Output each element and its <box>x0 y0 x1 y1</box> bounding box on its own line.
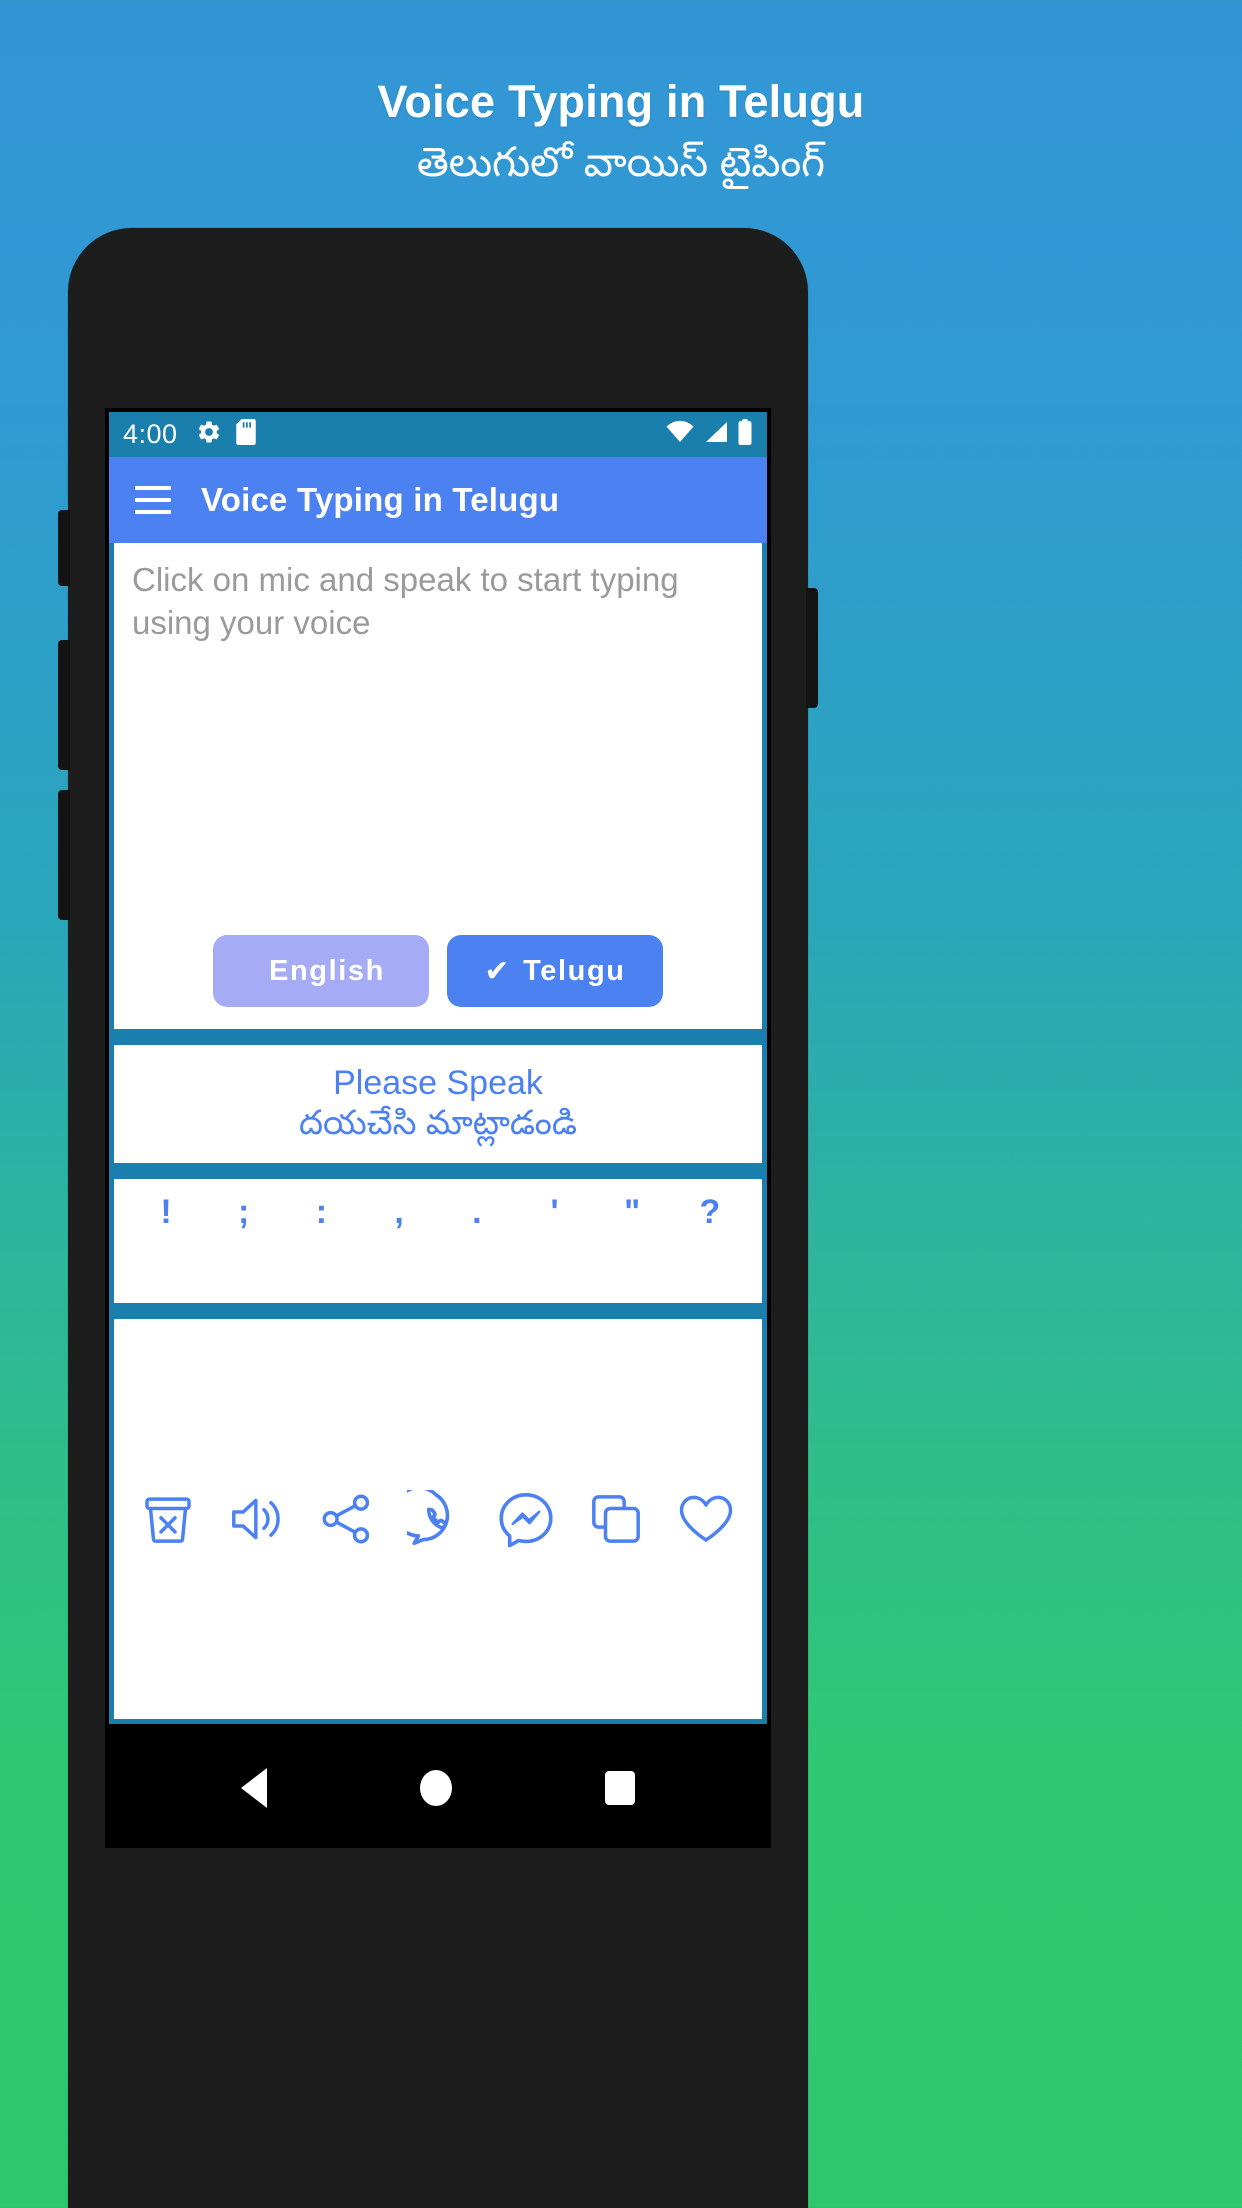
punctuation-quote[interactable]: " <box>604 1193 660 1232</box>
phone-side-button-volume-up <box>58 640 70 770</box>
check-icon: ✔ <box>484 954 512 988</box>
recents-square-icon[interactable] <box>604 1771 635 1805</box>
gear-icon <box>196 419 222 450</box>
copy-icon[interactable] <box>588 1491 644 1547</box>
language-selector: English ✔ Telugu <box>114 935 762 1029</box>
text-editor-card: Click on mic and speak to start typing u… <box>109 543 767 1029</box>
punctuation-exclamation[interactable]: ! <box>138 1193 194 1232</box>
promo-header: Voice Typing in Telugu తెలుగులో వాయిస్ ట… <box>0 0 1242 186</box>
app-bar: Voice Typing in Telugu <box>109 457 767 543</box>
phone-screen: 4:00 Voice Typing in Telugu Click on mic… <box>109 412 767 1724</box>
sd-card-icon <box>235 419 256 450</box>
phone-side-button-volume-down <box>58 790 70 920</box>
app-bar-title: Voice Typing in Telugu <box>201 481 560 518</box>
punctuation-apostrophe[interactable]: ' <box>527 1193 583 1232</box>
speak-prompt-english: Please Speak <box>333 1064 543 1103</box>
phone-screen-bezel: 4:00 Voice Typing in Telugu Click on mic… <box>105 408 771 1728</box>
delete-icon[interactable] <box>140 1491 196 1547</box>
hamburger-menu-icon[interactable] <box>135 486 171 514</box>
punctuation-comma[interactable]: , <box>371 1193 427 1232</box>
promo-title: Voice Typing in Telugu <box>377 76 865 127</box>
battery-icon <box>737 419 753 450</box>
status-right-icons <box>665 419 753 450</box>
status-left-icons <box>196 419 256 450</box>
share-icon[interactable] <box>319 1491 375 1547</box>
language-label-telugu: Telugu <box>523 954 626 987</box>
section-divider <box>109 1303 767 1319</box>
phone-side-button-mute <box>58 510 70 586</box>
status-bar: 4:00 <box>109 412 767 457</box>
section-divider <box>109 1029 767 1045</box>
home-circle-icon[interactable] <box>419 1770 452 1806</box>
punctuation-colon[interactable]: : <box>293 1193 349 1232</box>
wifi-icon <box>665 420 695 449</box>
signal-icon <box>703 420 729 449</box>
android-nav-bar <box>105 1728 771 1848</box>
punctuation-question[interactable]: ? <box>682 1193 738 1232</box>
speaker-icon[interactable] <box>228 1491 286 1547</box>
promo-subtitle: తెలుగులో వాయిస్ టైపింగ్ <box>416 139 826 186</box>
back-triangle-icon[interactable] <box>241 1768 268 1808</box>
text-input-placeholder[interactable]: Click on mic and speak to start typing u… <box>114 543 762 935</box>
phone-side-button-power <box>806 588 818 708</box>
punctuation-period[interactable]: . <box>449 1193 505 1232</box>
hamburger-line <box>135 486 171 490</box>
status-time: 4:00 <box>123 419 178 449</box>
language-button-english[interactable]: English <box>213 935 429 1007</box>
hamburger-line <box>135 498 171 502</box>
messenger-icon[interactable] <box>497 1490 555 1548</box>
speak-prompt-card: Please Speak దయచేసి మాట్లాడండి <box>109 1045 767 1163</box>
phone-mockup: 4:00 Voice Typing in Telugu Click on mic… <box>58 228 818 2208</box>
punctuation-semicolon[interactable]: ; <box>216 1193 272 1232</box>
action-toolbar <box>109 1319 767 1724</box>
language-label-english: English <box>269 954 385 987</box>
speak-prompt-telugu: దయచేసి మాట్లాడండి <box>299 1104 577 1143</box>
hamburger-line <box>135 510 171 514</box>
language-button-telugu[interactable]: ✔ Telugu <box>447 935 663 1007</box>
section-divider <box>109 1163 767 1179</box>
punctuation-card: ! ; : , . ' " ? <box>109 1179 767 1303</box>
whatsapp-icon[interactable] <box>406 1490 465 1548</box>
favorite-icon[interactable] <box>676 1491 736 1547</box>
punctuation-row: ! ; : , . ' " ? <box>138 1193 738 1232</box>
